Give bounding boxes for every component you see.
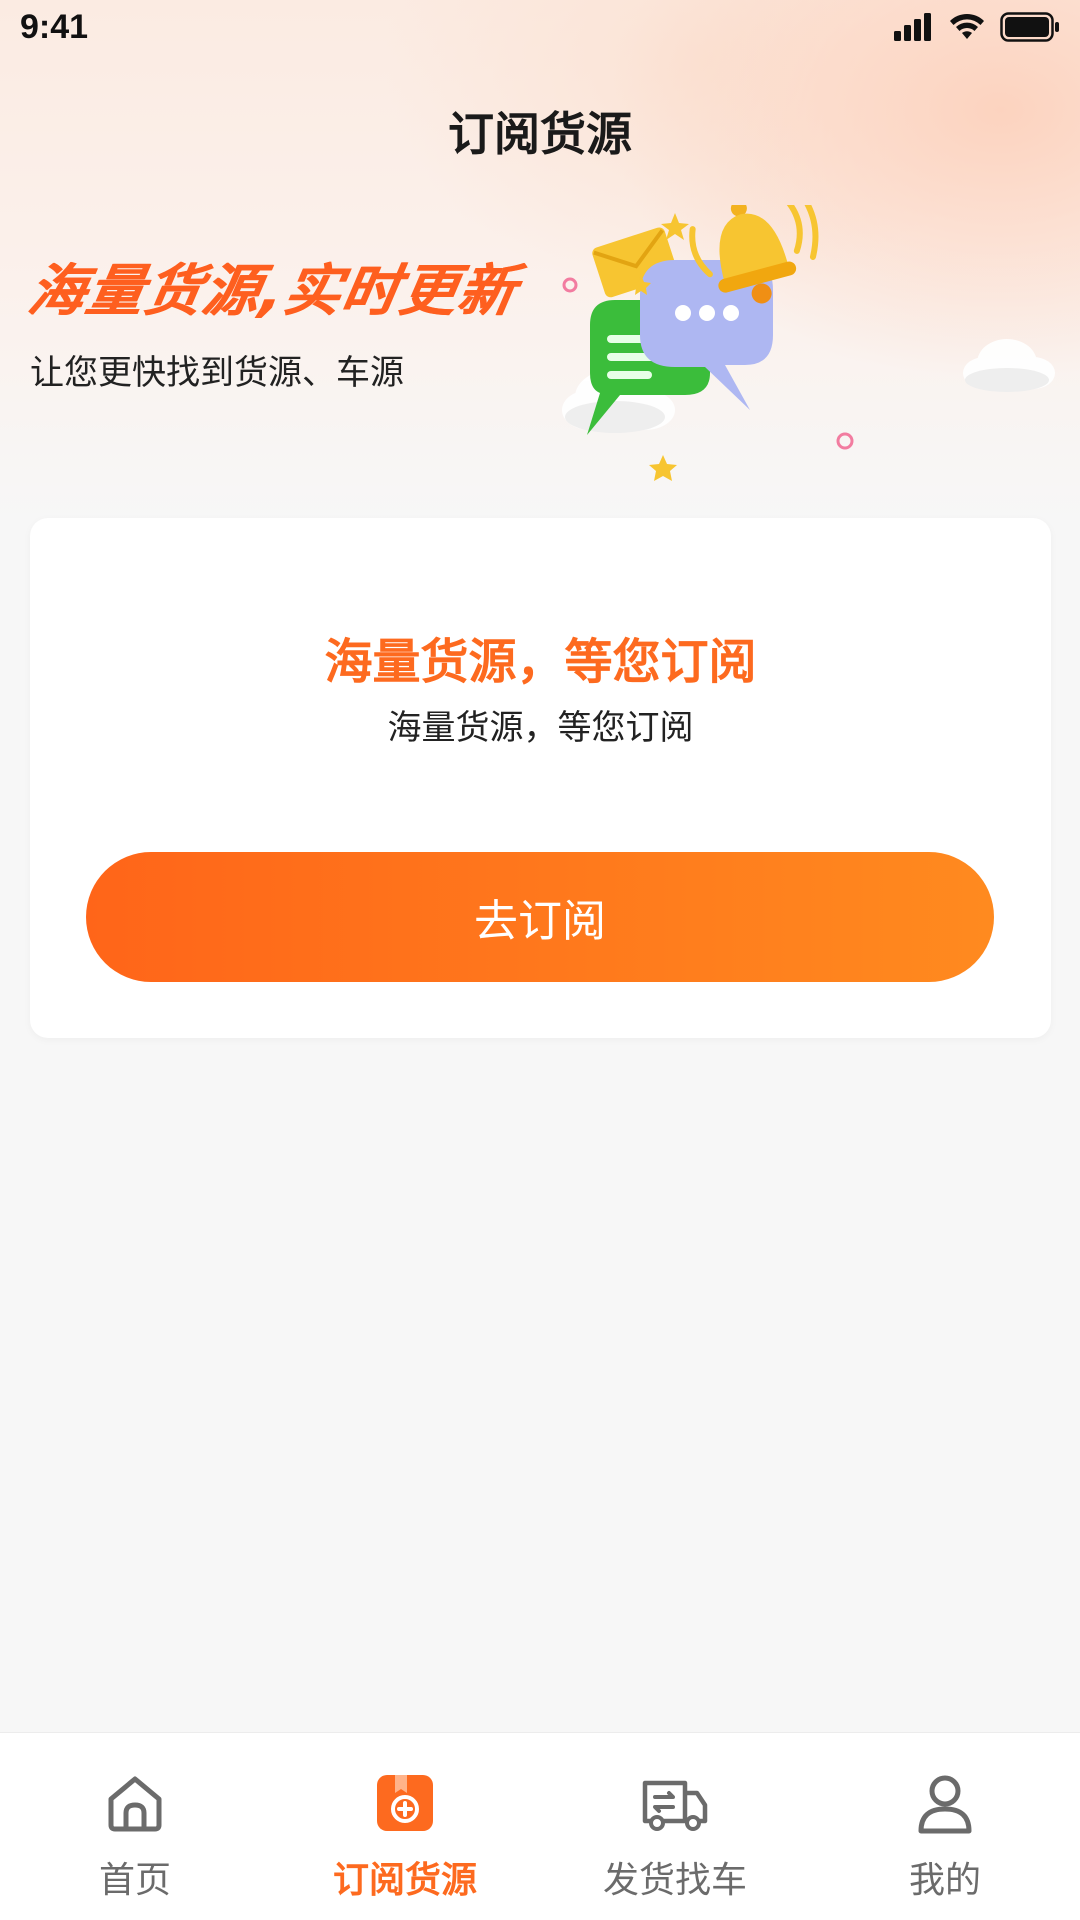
status-icons: [894, 12, 1060, 42]
tab-subscribe-label: 订阅货源: [332, 1860, 477, 1901]
home-icon: [108, 1776, 162, 1832]
tab-ship-label: 发货找车: [602, 1860, 747, 1901]
page-title: 订阅货源: [448, 107, 632, 161]
user-icon: [918, 1775, 972, 1834]
card-title: 海量货源，等您订阅: [324, 634, 757, 690]
status-bar: 9:41: [0, 0, 1080, 60]
tab-home[interactable]: 首页: [0, 1733, 270, 1920]
subscribe-icon: [377, 1775, 433, 1831]
tab-ship[interactable]: 发货找车: [540, 1733, 810, 1920]
tab-home-label: 首页: [98, 1860, 171, 1901]
banner-subtitle: 让您更快找到货源、车源: [30, 353, 404, 393]
signal-icon: [894, 13, 931, 41]
wifi-icon: [950, 13, 984, 39]
ring-icon: [836, 432, 854, 450]
tab-subscribe[interactable]: 订阅货源: [270, 1733, 540, 1920]
status-time: 9:41: [20, 8, 89, 46]
subscribe-button[interactable]: 去订阅: [86, 852, 994, 982]
cloud-right-icon: [963, 339, 1055, 392]
truck-icon: [642, 1780, 708, 1831]
banner-slogan: 海量货源,实时更新: [23, 259, 523, 324]
page: 9:41 订阅货源 海量货源,实时更新 让您更快找到货源、车源 海量货源，等您订…: [0, 0, 1080, 1920]
battery-icon: [1000, 12, 1059, 42]
bottom-tab-bar: 首页 订阅货源 发货找车 我的: [0, 1732, 1080, 1920]
subscribe-card: 海量货源，等您订阅 海量货源，等您订阅 去订阅: [30, 518, 1051, 1038]
notification-illustration: [562, 205, 1055, 481]
star-icon: [649, 455, 677, 481]
tab-mine-label: 我的: [908, 1860, 981, 1901]
card-subtitle: 海量货源，等您订阅: [387, 708, 694, 748]
tab-mine[interactable]: 我的: [810, 1733, 1080, 1920]
ring-icon: [562, 277, 578, 293]
